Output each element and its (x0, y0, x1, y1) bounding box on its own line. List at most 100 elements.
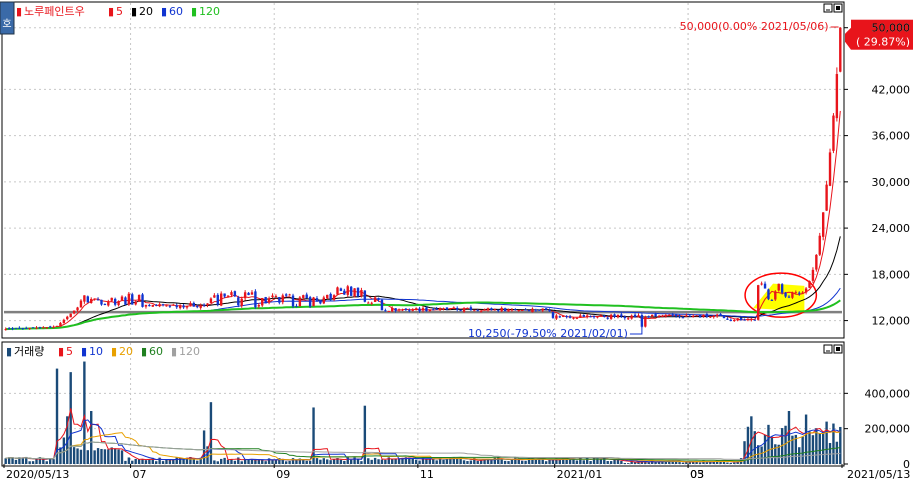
candle-body (808, 281, 811, 288)
candle-body (757, 285, 760, 320)
volume-bar (127, 457, 131, 464)
candle-body (425, 307, 428, 312)
volume-bar (784, 425, 787, 464)
volume-bar (196, 460, 199, 464)
candle-body (305, 294, 308, 299)
volume-bar (435, 460, 438, 464)
candle (31, 327, 35, 329)
volume-bar (733, 462, 736, 464)
volume-panel-maximize-button[interactable] (833, 344, 843, 354)
volume-bar (613, 459, 616, 464)
volume-bar (305, 460, 308, 464)
volume-bar (620, 460, 623, 464)
candle-body (760, 283, 763, 285)
candle-body (603, 315, 606, 317)
candle (291, 293, 295, 309)
candle-body (456, 307, 459, 310)
volume-legend-marker: ▮ (81, 345, 87, 358)
candle-body (681, 317, 685, 319)
candle-body (110, 297, 113, 301)
date-tick-label: 2021/05/13 (847, 468, 910, 481)
candle (387, 310, 390, 312)
candle-body (739, 317, 743, 321)
volume-bar (514, 457, 517, 464)
volume-bar (131, 460, 134, 464)
volume-bar (83, 361, 86, 464)
candle-body (654, 314, 657, 317)
candle-body (199, 305, 202, 308)
volume-bar (31, 461, 35, 464)
chart-canvas[interactable]: 50,000( 29.87%) 50,000(0.00% 2021/05/06) 1… (0, 0, 914, 482)
candle-body (678, 315, 681, 317)
volume-bar (503, 460, 507, 464)
candle-body (832, 115, 835, 151)
volume-bar (62, 437, 66, 464)
candle-body (18, 327, 21, 329)
candle-body (780, 284, 784, 293)
candle-body (168, 305, 172, 307)
candle-body (397, 309, 401, 311)
volume-bar (59, 447, 62, 464)
candle (473, 310, 476, 312)
candle-body (575, 317, 579, 319)
price-panel-maximize-button[interactable] (833, 3, 843, 13)
candle-body (500, 307, 503, 312)
candle-body (411, 309, 414, 311)
volume-panel-minimize-button[interactable] (823, 344, 833, 354)
candle-body (353, 288, 356, 297)
volume-bar (343, 460, 346, 464)
volume-bar (45, 461, 48, 464)
candle-body (657, 315, 661, 317)
candle-body (86, 296, 89, 303)
candle-body (815, 254, 818, 270)
mode-icon-label: 호 (2, 18, 11, 30)
candle-body (185, 306, 189, 308)
candle (349, 285, 353, 297)
candle-body (175, 305, 178, 308)
candle-body (96, 299, 100, 301)
candle-body (148, 304, 151, 307)
candle (127, 292, 131, 306)
volume-bar (144, 460, 148, 464)
svg-text:▮: ▮ (16, 5, 22, 18)
price-panel-minimize-button[interactable] (823, 3, 833, 13)
candle-body (274, 295, 278, 297)
candle-body (233, 291, 237, 297)
price-tick-label: 42,000 (872, 83, 911, 96)
candle-body (627, 318, 630, 320)
volume-bar (726, 462, 729, 464)
candle-body (531, 308, 534, 313)
candle-body (606, 317, 609, 319)
price-panel[interactable] (1, 1, 845, 339)
mode-icon[interactable]: 호 (0, 1, 15, 35)
candle (312, 296, 315, 307)
date-tick-label: 2020/05/13 (6, 468, 69, 481)
candle-body (715, 314, 719, 317)
candle-body (267, 298, 271, 303)
candle-body (319, 299, 322, 304)
candle-body (647, 316, 650, 318)
volume-panel[interactable] (1, 341, 845, 467)
ma-legend-label-120: 120 (199, 5, 220, 18)
volume-bar (134, 458, 137, 464)
volume-bar (96, 448, 100, 464)
volume-bar (137, 459, 141, 464)
candle (835, 67, 839, 122)
candle-body (172, 304, 175, 306)
candle-body (42, 327, 45, 329)
candle-body (592, 315, 596, 318)
candle-body (596, 316, 599, 318)
volume-bar (804, 414, 808, 464)
volume-bar (117, 449, 120, 464)
volume-bar (760, 446, 763, 464)
ma-legend-label-60: 60 (169, 5, 183, 18)
volume-bar (821, 432, 825, 464)
date-tick-label: 07 (133, 468, 147, 481)
volume-bar (120, 450, 124, 464)
candle-body (445, 307, 449, 310)
candle-body (811, 269, 815, 281)
volume-bar (219, 458, 223, 464)
candle-body (722, 315, 726, 319)
volume-bar (544, 461, 548, 464)
volume-bar (678, 462, 681, 464)
